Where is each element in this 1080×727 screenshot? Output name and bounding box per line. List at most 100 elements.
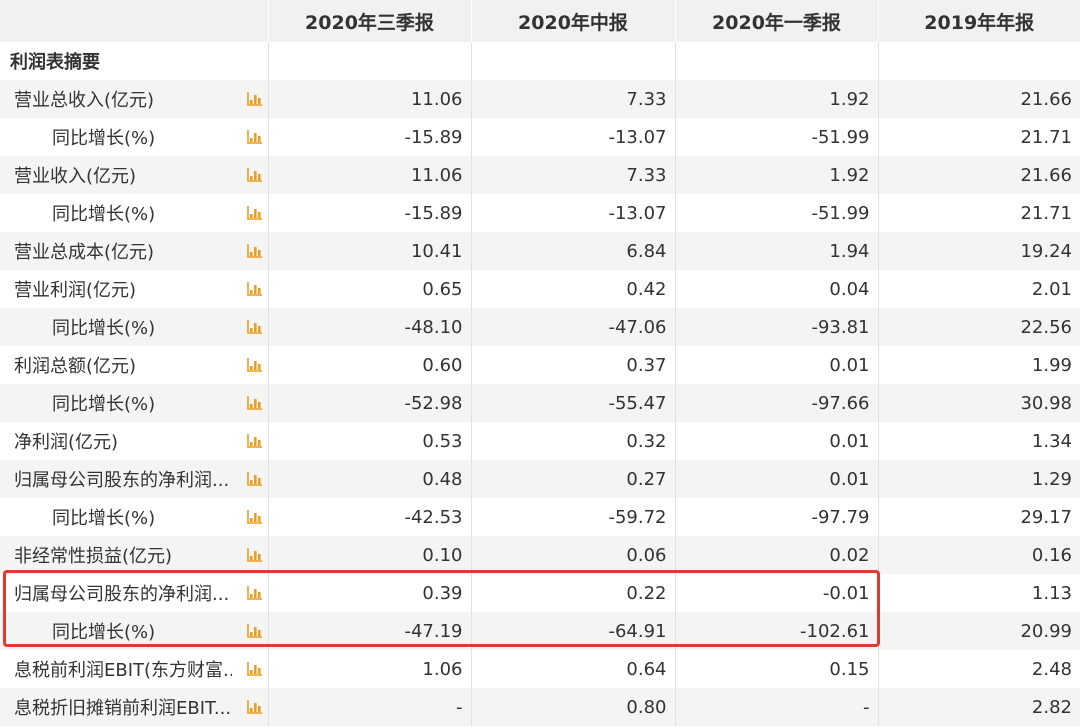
table-row: 归属母公司股东的净利润... 0.48 0.27 0.01 1.29 bbox=[0, 460, 1080, 498]
value-cell: -55.47 bbox=[470, 384, 675, 422]
value-cell: -48.10 bbox=[267, 308, 471, 346]
value-cell: 21.71 bbox=[877, 194, 1080, 232]
table-row: 同比增长(%) -48.10 -47.06 -93.81 22.56 bbox=[0, 308, 1080, 346]
bar-chart-icon[interactable] bbox=[246, 662, 262, 676]
value-cell: 1.92 bbox=[674, 80, 878, 118]
value-cell: -51.99 bbox=[674, 194, 878, 232]
bar-chart-icon[interactable] bbox=[246, 282, 262, 296]
value-cell: 21.66 bbox=[877, 80, 1080, 118]
row-label-cell: 同比增长(%) bbox=[0, 612, 268, 650]
value-cell: 0.27 bbox=[470, 460, 675, 498]
value-cell: -15.89 bbox=[267, 194, 471, 232]
value-cell: 0.01 bbox=[674, 422, 878, 460]
value-cell: 2.48 bbox=[877, 650, 1080, 688]
value-cell: 19.24 bbox=[877, 232, 1080, 270]
value-cell: 0.53 bbox=[267, 422, 471, 460]
value-cell: 0.39 bbox=[267, 574, 471, 612]
table-row: 息税折旧摊销前利润EBIT... -0.80-2.82 bbox=[0, 688, 1080, 726]
bar-chart-icon[interactable] bbox=[246, 358, 262, 372]
value-cell: 0.15 bbox=[674, 650, 878, 688]
row-label-cell: 营业收入(亿元) bbox=[0, 156, 268, 194]
table-row: 净利润(亿元) 0.53 0.32 0.01 1.34 bbox=[0, 422, 1080, 460]
bar-chart-icon[interactable] bbox=[246, 624, 262, 638]
section-cell bbox=[470, 42, 675, 80]
row-label: 非经常性损益(亿元) bbox=[14, 546, 173, 567]
value-cell: - bbox=[674, 688, 878, 726]
row-label-cell: 息税折旧摊销前利润EBIT... bbox=[0, 688, 268, 726]
value-cell: 6.84 bbox=[470, 232, 675, 270]
header-2020-q3[interactable]: 2020年三季报 bbox=[267, 0, 471, 42]
table-row: 营业收入(亿元) 11.06 7.33 1.92 21.66 bbox=[0, 156, 1080, 194]
value-cell: -42.53 bbox=[267, 498, 471, 536]
bar-chart-icon[interactable] bbox=[246, 244, 262, 258]
value-cell: 20.99 bbox=[877, 612, 1080, 650]
header-2020-q1[interactable]: 2020年一季报 bbox=[674, 0, 878, 42]
value-cell: -13.07 bbox=[470, 118, 675, 156]
value-cell: - bbox=[267, 688, 471, 726]
row-label-cell: 同比增长(%) bbox=[0, 308, 268, 346]
value-cell: -93.81 bbox=[674, 308, 878, 346]
bar-chart-icon[interactable] bbox=[246, 548, 262, 562]
value-cell: 11.06 bbox=[267, 156, 471, 194]
value-cell: 29.17 bbox=[877, 498, 1080, 536]
bar-chart-icon[interactable] bbox=[246, 168, 262, 182]
table-row: 同比增长(%) -47.19 -64.91 -102.61 20.99 bbox=[0, 612, 1080, 650]
section-title: 利润表摘要 bbox=[0, 42, 268, 80]
row-label: 营业收入(亿元) bbox=[14, 166, 137, 187]
value-cell: 0.22 bbox=[470, 574, 675, 612]
value-cell: -13.07 bbox=[470, 194, 675, 232]
value-cell: 1.99 bbox=[877, 346, 1080, 384]
row-label-cell: 非经常性损益(亿元) bbox=[0, 536, 268, 574]
row-label-cell: 同比增长(%) bbox=[0, 384, 268, 422]
bar-chart-icon[interactable] bbox=[246, 130, 262, 144]
value-cell: 21.71 bbox=[877, 118, 1080, 156]
row-label-cell: 息税前利润EBIT(东方财富... bbox=[0, 650, 268, 688]
section-cell bbox=[267, 42, 471, 80]
value-cell: 0.80 bbox=[470, 688, 675, 726]
header-label-col bbox=[0, 0, 268, 42]
bar-chart-icon[interactable] bbox=[246, 206, 262, 220]
value-cell: 1.92 bbox=[674, 156, 878, 194]
value-cell: -52.98 bbox=[267, 384, 471, 422]
bar-chart-icon[interactable] bbox=[246, 396, 262, 410]
row-label-cell: 净利润(亿元) bbox=[0, 422, 268, 460]
row-label: 净利润(亿元) bbox=[14, 432, 119, 453]
bar-chart-icon[interactable] bbox=[246, 510, 262, 524]
header-2019-annual[interactable]: 2019年年报 bbox=[877, 0, 1080, 42]
row-label: 息税折旧摊销前利润EBIT... bbox=[14, 698, 232, 719]
row-label-cell: 营业总成本(亿元) bbox=[0, 232, 268, 270]
section-cell bbox=[877, 42, 1080, 80]
value-cell: -64.91 bbox=[470, 612, 675, 650]
bar-chart-icon[interactable] bbox=[246, 586, 262, 600]
value-cell: 0.42 bbox=[470, 270, 675, 308]
row-label-cell: 营业利润(亿元) bbox=[0, 270, 268, 308]
value-cell: -97.66 bbox=[674, 384, 878, 422]
bar-chart-icon[interactable] bbox=[246, 320, 262, 334]
table-row: 同比增长(%) -52.98 -55.47 -97.66 30.98 bbox=[0, 384, 1080, 422]
bar-chart-icon[interactable] bbox=[246, 472, 262, 486]
value-cell: -102.61 bbox=[674, 612, 878, 650]
bar-chart-icon[interactable] bbox=[246, 434, 262, 448]
value-cell: -47.06 bbox=[470, 308, 675, 346]
row-label: 归属母公司股东的净利润... bbox=[14, 470, 230, 491]
row-label: 同比增长(%) bbox=[52, 394, 156, 415]
table-row: 利润总额(亿元) 0.60 0.37 0.01 1.99 bbox=[0, 346, 1080, 384]
value-cell: 1.34 bbox=[877, 422, 1080, 460]
value-cell: 2.01 bbox=[877, 270, 1080, 308]
value-cell: -15.89 bbox=[267, 118, 471, 156]
row-label: 同比增长(%) bbox=[52, 318, 156, 339]
row-label-cell: 同比增长(%) bbox=[0, 118, 268, 156]
row-label: 营业总收入(亿元) bbox=[14, 90, 155, 111]
row-label: 同比增长(%) bbox=[52, 204, 156, 225]
value-cell: -51.99 bbox=[674, 118, 878, 156]
value-cell: 0.04 bbox=[674, 270, 878, 308]
value-cell: -47.19 bbox=[267, 612, 471, 650]
table-row: 同比增长(%) -15.89 -13.07 -51.99 21.71 bbox=[0, 118, 1080, 156]
bar-chart-icon[interactable] bbox=[246, 92, 262, 106]
value-cell: 2.82 bbox=[877, 688, 1080, 726]
table-header: 2020年三季报 2020年中报 2020年一季报 2019年年报 bbox=[0, 0, 1080, 42]
header-2020-h1[interactable]: 2020年中报 bbox=[470, 0, 675, 42]
bar-chart-icon[interactable] bbox=[246, 700, 262, 714]
value-cell: 30.98 bbox=[877, 384, 1080, 422]
table-row: 营业总收入(亿元) 11.06 7.33 1.92 21.66 bbox=[0, 80, 1080, 118]
